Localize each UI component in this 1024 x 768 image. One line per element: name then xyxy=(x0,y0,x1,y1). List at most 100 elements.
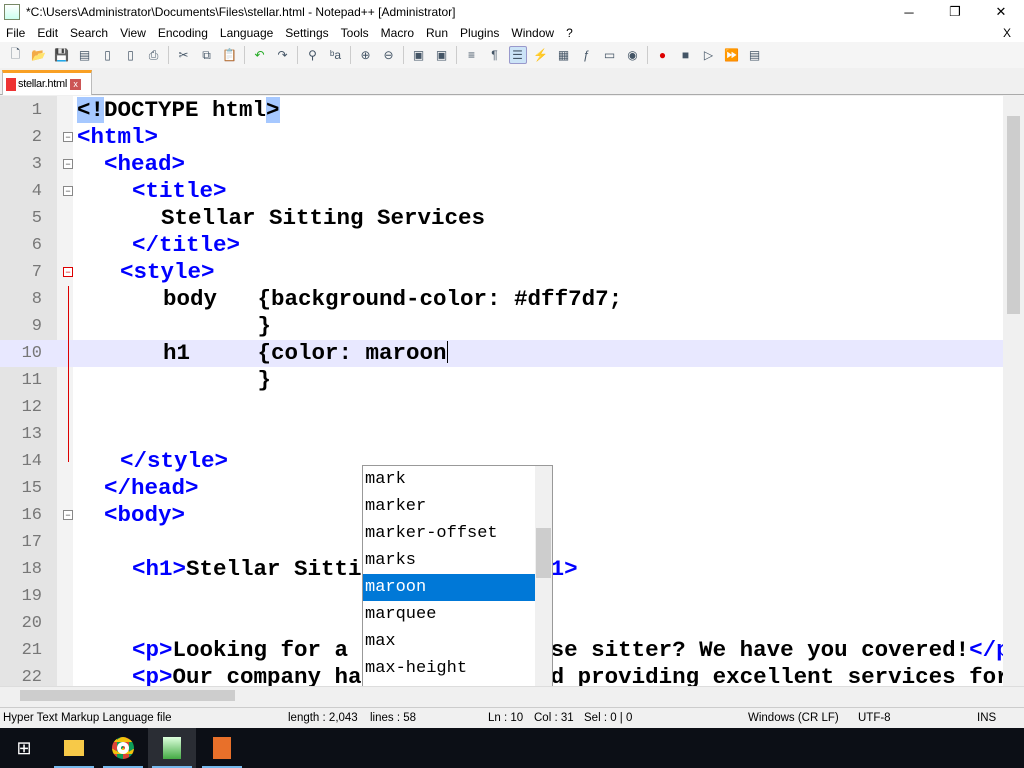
print-icon[interactable]: ⎙ xyxy=(145,46,163,64)
paste-icon[interactable]: 📋 xyxy=(221,46,239,64)
cursor-line: Ln : 10 xyxy=(488,712,524,724)
horizontal-scrollbar[interactable] xyxy=(0,686,1024,703)
minimize-button[interactable]: ─ xyxy=(886,0,932,24)
menu-edit[interactable]: Edit xyxy=(31,26,64,40)
save-macro-icon[interactable]: ▤ xyxy=(746,46,764,64)
indent-guide-icon[interactable]: ☰ xyxy=(508,46,527,64)
line-number: 3 xyxy=(31,155,42,174)
scrollbar-thumb[interactable] xyxy=(1007,116,1020,314)
fold-toggle-icon[interactable]: − xyxy=(63,132,73,142)
find-icon[interactable]: ⚲ xyxy=(304,46,322,64)
menu-encoding[interactable]: Encoding xyxy=(152,26,214,40)
play-macro-icon[interactable]: ▷ xyxy=(700,46,718,64)
code-line[interactable]: 9 } xyxy=(0,313,1003,340)
sync-horizontal-icon[interactable]: ▣ xyxy=(433,46,451,64)
vertical-scrollbar[interactable] xyxy=(1003,96,1024,686)
sync-vertical-icon[interactable]: ▣ xyxy=(410,46,428,64)
cut-icon[interactable]: ✂ xyxy=(175,46,193,64)
window-title: *C:\Users\Administrator\Documents\Files\… xyxy=(26,5,456,19)
maximize-button[interactable]: ❐ xyxy=(932,0,978,24)
menu-window[interactable]: Window xyxy=(505,26,560,40)
code-line[interactable]: 4 <title> − xyxy=(0,178,1003,205)
autocomplete-scrollbar[interactable] xyxy=(535,466,552,686)
text-caret xyxy=(447,341,448,363)
function-list-icon[interactable]: ƒ xyxy=(578,46,596,64)
autocomplete-item[interactable]: mark xyxy=(363,466,535,493)
chrome-icon xyxy=(112,737,134,759)
code-line[interactable]: 10 h1 {color: maroon xyxy=(0,340,1003,367)
menu-run[interactable]: Run xyxy=(420,26,454,40)
run-macro-multiple-icon[interactable]: ⏩ xyxy=(723,46,741,64)
undo-icon[interactable]: ↶ xyxy=(251,46,269,64)
scrollbar-thumb[interactable] xyxy=(20,690,235,701)
title-bar: *C:\Users\Administrator\Documents\Files\… xyxy=(0,0,1024,24)
record-macro-icon[interactable]: ● xyxy=(654,46,672,64)
code-line[interactable]: 13 xyxy=(0,421,1003,448)
fold-toggle-icon[interactable]: − xyxy=(63,510,73,520)
close-document-button[interactable]: X xyxy=(997,26,1017,40)
close-icon[interactable]: ▯ xyxy=(99,46,117,64)
word-wrap-icon[interactable]: ≡ xyxy=(463,46,481,64)
notepadpp-taskbar-button[interactable] xyxy=(148,728,196,768)
code-editor[interactable]: 1 <!DOCTYPE html> 2 <html> −3 <head> −4 <title>… xyxy=(0,96,1024,686)
menu-language[interactable]: Language xyxy=(214,26,279,40)
scrollbar-thumb[interactable] xyxy=(536,528,551,578)
menu-macro[interactable]: Macro xyxy=(375,26,420,40)
line-number: 13 xyxy=(21,425,42,444)
doc-map-icon[interactable]: ▦ xyxy=(555,46,573,64)
menu-view[interactable]: View xyxy=(114,26,152,40)
fold-toggle-icon[interactable]: − xyxy=(63,159,73,169)
code-line[interactable]: 5 Stellar Sitting Services xyxy=(0,205,1003,232)
menu-file[interactable]: File xyxy=(0,26,31,40)
start-button[interactable]: ⊞ xyxy=(0,728,48,768)
zoom-in-icon[interactable]: ⊕ xyxy=(357,46,375,64)
fold-toggle-icon[interactable]: − xyxy=(63,267,73,277)
code-line[interactable]: 3 <head> − xyxy=(0,151,1003,178)
folder-workspace-icon[interactable]: ▭ xyxy=(601,46,619,64)
menu-tools[interactable]: Tools xyxy=(335,26,375,40)
replace-icon[interactable]: ᵇa xyxy=(327,46,345,64)
code-line[interactable]: 2 <html> − xyxy=(0,124,1003,151)
code-line[interactable]: 1 <!DOCTYPE html> xyxy=(0,97,1003,124)
autocomplete-item[interactable]: max xyxy=(363,628,535,655)
file-explorer-button[interactable] xyxy=(50,728,98,768)
monitoring-icon[interactable]: ◉ xyxy=(624,46,642,64)
code-text: <body> xyxy=(104,502,186,528)
close-button[interactable]: ✕ xyxy=(978,0,1024,24)
menu-settings[interactable]: Settings xyxy=(279,26,334,40)
menu-plugins[interactable]: Plugins xyxy=(454,26,505,40)
show-all-chars-icon[interactable]: ¶ xyxy=(486,46,504,64)
udl-icon[interactable]: ⚡ xyxy=(532,46,550,64)
stop-macro-icon[interactable]: ■ xyxy=(677,46,695,64)
code-line[interactable]: 7 <style> − xyxy=(0,259,1003,286)
fold-toggle-icon[interactable]: − xyxy=(63,186,73,196)
separator xyxy=(168,46,169,64)
autocomplete-item[interactable]: max-height xyxy=(363,655,535,682)
save-icon[interactable]: 💾 xyxy=(53,46,71,64)
autocomplete-item[interactable]: marker-offset xyxy=(363,520,535,547)
menu-help[interactable]: ? xyxy=(560,26,579,40)
code-line[interactable]: 12 xyxy=(0,394,1003,421)
new-file-icon[interactable]: 🗋 xyxy=(7,46,25,64)
chrome-button[interactable] xyxy=(99,728,147,768)
save-all-icon[interactable]: ▤ xyxy=(76,46,94,64)
autocomplete-item[interactable]: marker xyxy=(363,493,535,520)
impress-button[interactable] xyxy=(198,728,246,768)
close-all-icon[interactable]: ▯ xyxy=(122,46,140,64)
zoom-out-icon[interactable]: ⊖ xyxy=(380,46,398,64)
autocomplete-item[interactable]: marks xyxy=(363,547,535,574)
code-line[interactable]: 6 </title> xyxy=(0,232,1003,259)
redo-icon[interactable]: ↷ xyxy=(274,46,292,64)
code-line[interactable]: 11 } xyxy=(0,367,1003,394)
autocomplete-list[interactable]: mark marker marker-offset marks maroon marque… xyxy=(362,465,553,686)
menu-search[interactable]: Search xyxy=(64,26,114,40)
encoding: UTF-8 xyxy=(858,712,891,724)
autocomplete-item[interactable]: maroon xyxy=(363,574,535,601)
tab-stellar-html[interactable]: stellar.html x xyxy=(2,70,92,95)
line-number: 22 xyxy=(21,668,42,686)
autocomplete-item[interactable]: marquee xyxy=(363,601,535,628)
copy-icon[interactable]: ⧉ xyxy=(198,46,216,64)
open-file-icon[interactable]: 📂 xyxy=(30,46,48,64)
tab-close-icon[interactable]: x xyxy=(69,78,81,90)
code-line[interactable]: 8 body {background-color: #dff7d7; xyxy=(0,286,1003,313)
